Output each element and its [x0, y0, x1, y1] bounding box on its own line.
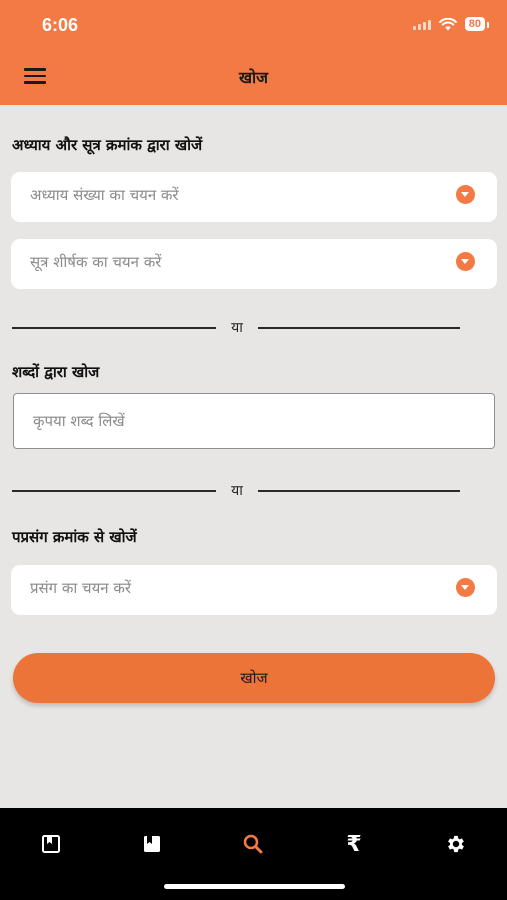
prasang-dropdown-placeholder: प्रसंग का चयन करें [30, 579, 132, 597]
sutra-title-dropdown[interactable]: सूत्र शीर्षक का चयन करें [11, 239, 497, 289]
home-indicator [164, 884, 345, 889]
or-divider: या [12, 318, 460, 338]
word-search-label: शब्दों द्वारा खोज [12, 363, 100, 381]
divider-line [258, 327, 460, 329]
page-title: खोज [238, 68, 269, 87]
divider-line [258, 490, 460, 492]
prasang-search-label: पप्रसंग क्रमांक से खोजें [12, 528, 137, 546]
bookmark-book-icon [41, 834, 61, 854]
sutra-dropdown-placeholder: सूत्र शीर्षक का चयन करें [30, 253, 162, 271]
chapter-dropdown-placeholder: अध्याय संख्या का चयन करें [30, 186, 179, 204]
chevron-down-icon [456, 578, 475, 597]
or-text: या [231, 320, 243, 336]
divider-line [12, 490, 216, 492]
chevron-down-icon [456, 185, 475, 204]
word-search-input[interactable] [13, 393, 495, 449]
search-button[interactable]: खोज [13, 653, 495, 703]
chevron-down-icon [456, 252, 475, 271]
status-icons: 80 [412, 17, 490, 31]
gear-icon [445, 833, 467, 855]
or-text: या [231, 483, 243, 499]
tab-search[interactable] [233, 824, 273, 864]
prasang-dropdown[interactable]: प्रसंग का चयन करें [11, 565, 497, 615]
status-time: 6:06 [42, 15, 79, 35]
search-icon [242, 833, 264, 855]
tab-book[interactable] [132, 824, 172, 864]
tab-bookmarks[interactable] [31, 824, 71, 864]
app-header: 6:06 80 खोज [0, 0, 507, 105]
divider-line [12, 327, 216, 329]
wifi-icon [438, 17, 457, 31]
chapter-sutra-search-label: अध्याय और सूत्र क्रमांक द्वारा खोजें [12, 136, 203, 154]
or-divider: या [12, 481, 460, 501]
battery-icon: 80 [464, 17, 490, 31]
book-icon [142, 834, 162, 854]
chapter-number-dropdown[interactable]: अध्याय संख्या का चयन करें [11, 172, 497, 222]
tab-settings[interactable] [436, 824, 476, 864]
signal-icon [412, 18, 431, 30]
rupee-icon: ₹ [346, 831, 362, 857]
tab-donate[interactable]: ₹ [334, 824, 374, 864]
